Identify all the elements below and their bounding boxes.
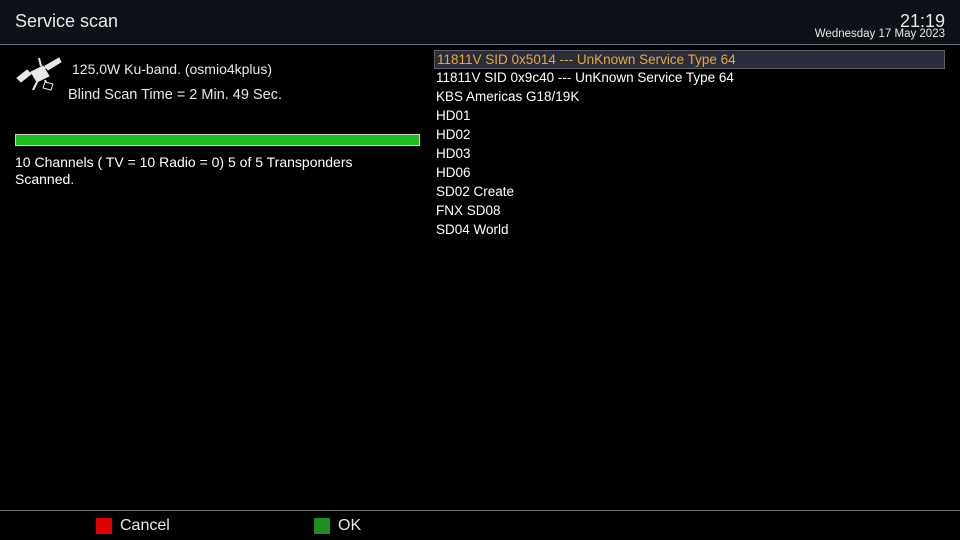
cancel-label: Cancel xyxy=(120,517,170,534)
service-list-item[interactable]: HD02 xyxy=(434,126,945,145)
scan-status-text: 10 Channels ( TV = 10 Radio = 0) 5 of 5 … xyxy=(15,154,353,187)
satellite-icon xyxy=(16,57,62,91)
cancel-button[interactable]: Cancel xyxy=(96,516,170,536)
green-key-icon xyxy=(314,518,330,534)
page-title: Service scan xyxy=(15,11,119,31)
service-list-item[interactable]: FNX SD08 xyxy=(434,202,945,221)
header-bar: Service scan 21:19 Wednesday 17 May 2023 xyxy=(0,0,960,45)
service-list-item[interactable]: HD06 xyxy=(434,164,945,183)
service-list-item[interactable]: HD03 xyxy=(434,145,945,164)
service-scan-screen: Service scan 21:19 Wednesday 17 May 2023… xyxy=(0,0,960,540)
scan-progress-bar xyxy=(15,134,420,146)
service-list-item[interactable]: SD04 World xyxy=(434,221,945,240)
blind-scan-time: Blind Scan Time = 2 Min. 49 Sec. xyxy=(68,87,282,103)
service-list-item[interactable]: 11811V SID 0x5014 --- UnKnown Service Ty… xyxy=(434,50,945,69)
service-list-item[interactable]: HD01 xyxy=(434,107,945,126)
footer-bar: Cancel OK xyxy=(0,510,960,540)
ok-button[interactable]: OK xyxy=(314,516,361,536)
service-list-item[interactable]: 11811V SID 0x9c40 --- UnKnown Service Ty… xyxy=(434,69,945,88)
satellite-name: 125.0W Ku-band. (osmio4kplus) xyxy=(72,61,272,77)
service-list[interactable]: 11811V SID 0x5014 --- UnKnown Service Ty… xyxy=(434,50,945,240)
service-list-item[interactable]: KBS Americas G18/19K xyxy=(434,88,945,107)
ok-label: OK xyxy=(338,517,362,534)
service-list-item[interactable]: SD02 Create xyxy=(434,183,945,202)
date: Wednesday 17 May 2023 xyxy=(814,28,945,40)
scan-progress-fill xyxy=(16,135,419,145)
red-key-icon xyxy=(96,518,112,534)
